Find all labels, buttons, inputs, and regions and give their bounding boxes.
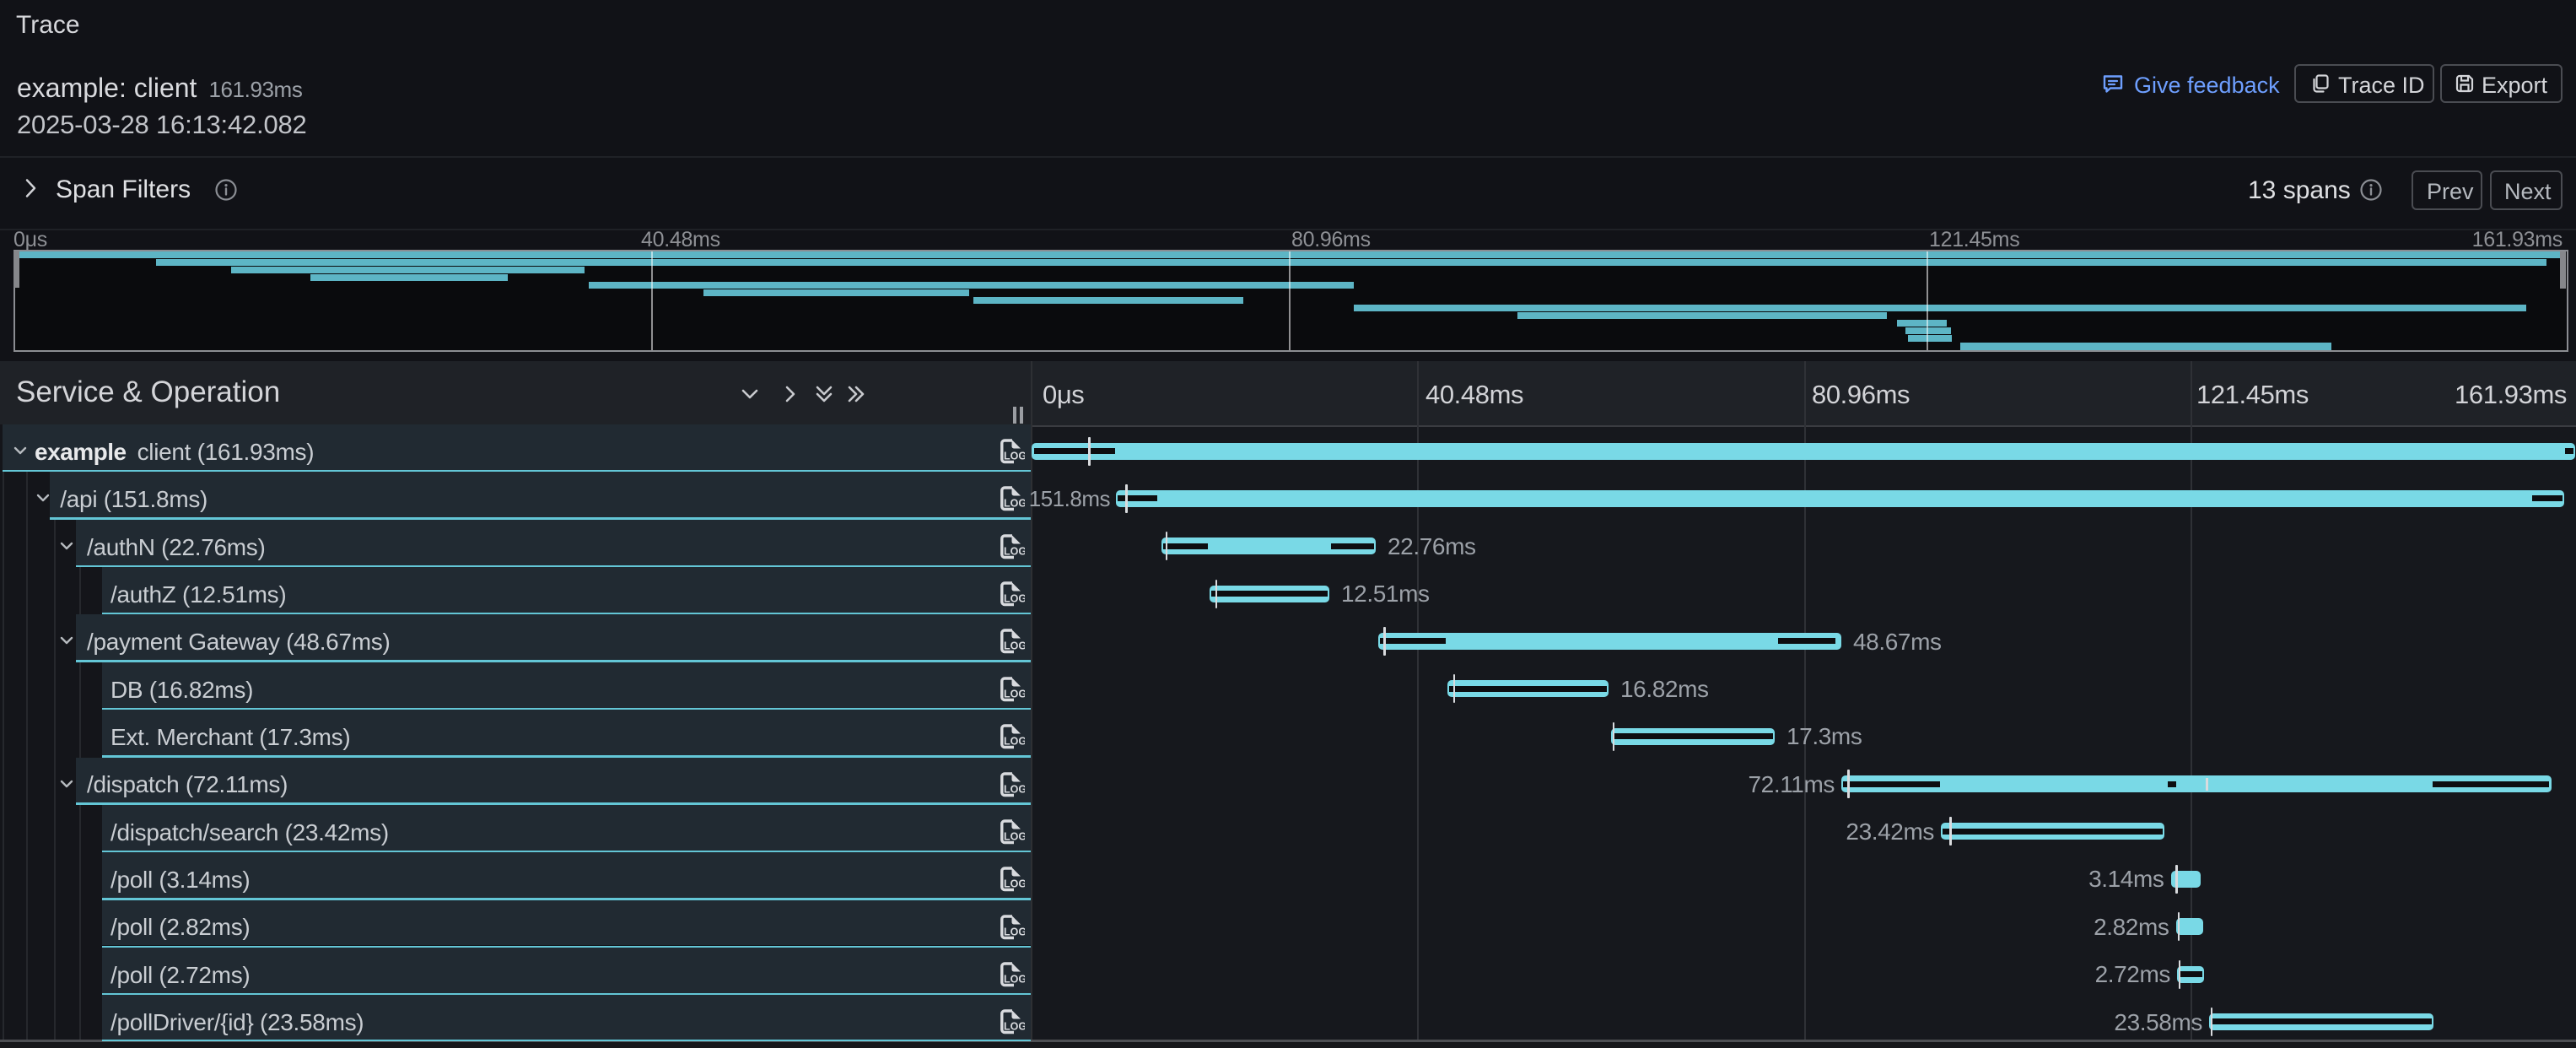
- svg-text:LOG: LOG: [1004, 974, 1025, 986]
- svg-text:LOG: LOG: [1004, 783, 1025, 795]
- svg-text:LOG: LOG: [1004, 451, 1025, 462]
- svg-text:LOG: LOG: [1004, 736, 1025, 748]
- svg-text:LOG: LOG: [1004, 926, 1025, 937]
- svg-text:LOG: LOG: [1004, 1021, 1025, 1033]
- svg-text:LOG: LOG: [1004, 830, 1025, 842]
- svg-text:LOG: LOG: [1004, 640, 1025, 652]
- svg-text:LOG: LOG: [1004, 688, 1025, 700]
- svg-text:LOG: LOG: [1004, 878, 1025, 890]
- svg-text:LOG: LOG: [1004, 545, 1025, 557]
- svg-text:LOG: LOG: [1004, 593, 1025, 605]
